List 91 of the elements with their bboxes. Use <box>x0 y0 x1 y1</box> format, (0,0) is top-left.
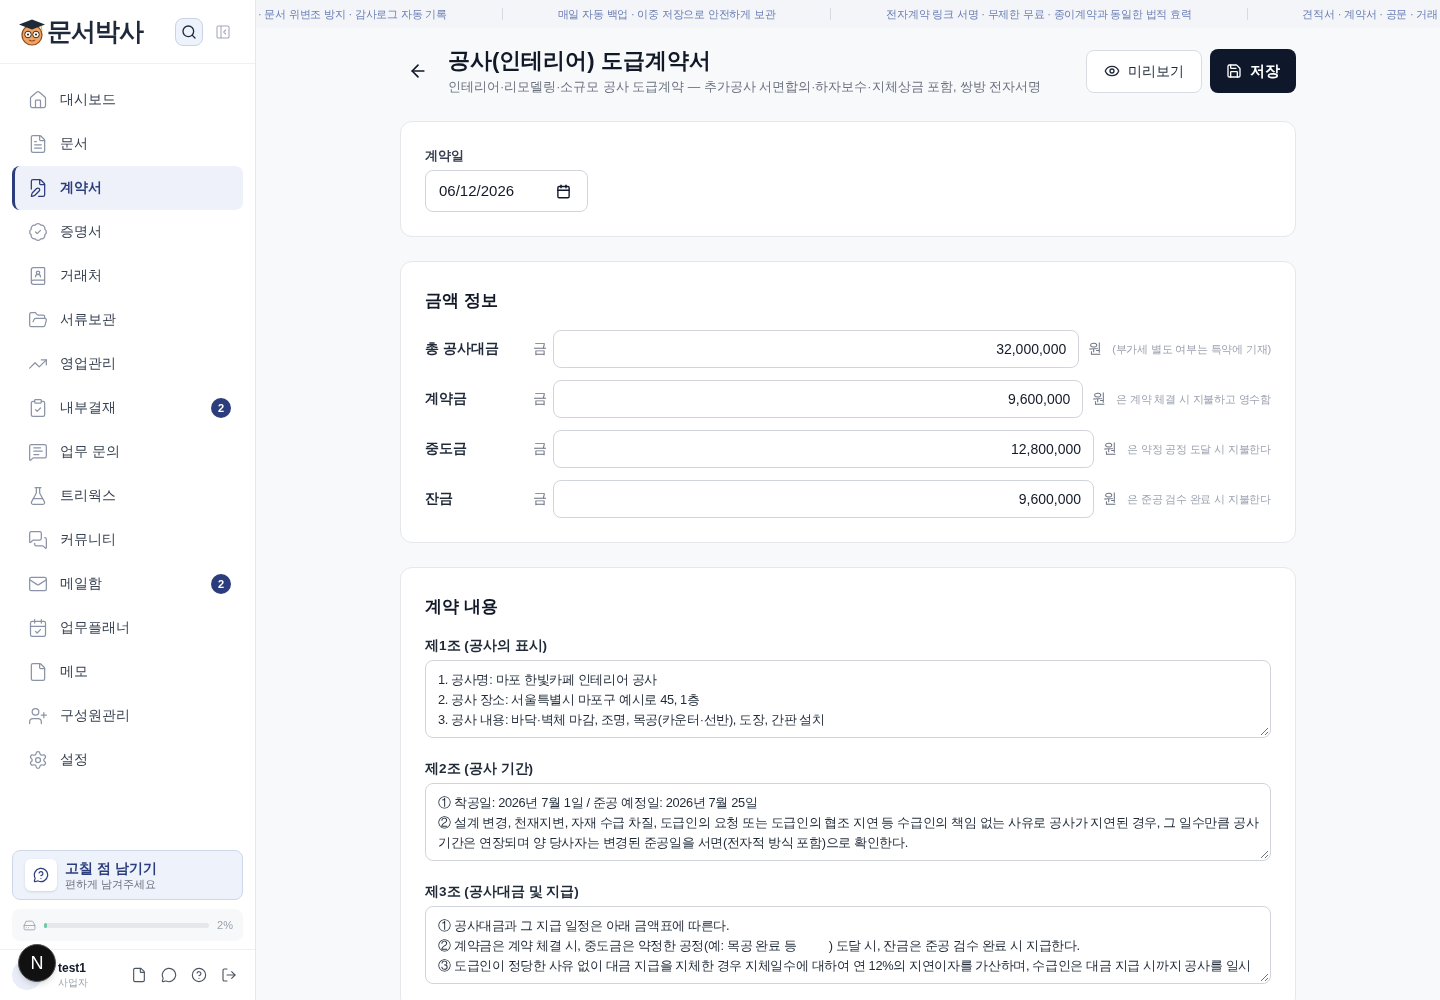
storage-reading: 2% <box>217 917 233 933</box>
ticker-text: 전자계약 링크 서명 · 무제한 무료 · 종이계약과 동일한 법적 효력 <box>886 6 1192 22</box>
sidebar-item[interactable]: 문서 <box>12 122 243 166</box>
resize-grip-icon[interactable] <box>1260 850 1268 858</box>
article-text-field[interactable]: ① 착공일: 2026년 7월 1일 / 준공 예정일: 2026년 7월 25일 ② 설계 변경, 천재지변, 자재 수급 차질, 도급인의 요청 또는 도급인의 협조 지연 등 수급인의 책임 없는 사유로 공사가 지연된 경우, 그 일수만큼 공사 기간은 연장되며 양 당사자는 변경된 준공일을 서면(전자적 방식 포함)으로 확인한다. <box>425 783 1271 861</box>
resize-grip-icon[interactable] <box>1260 973 1268 981</box>
article-label: 제3조 (공사대금 및 지급) <box>425 883 580 901</box>
amount-label: 계약금 <box>425 389 468 408</box>
clipboard-check-icon <box>28 398 48 418</box>
prefix-label: 금 <box>533 339 548 358</box>
sidebar-item[interactable]: 증명서 <box>12 210 243 254</box>
chat-bubble-icon[interactable] <box>161 967 177 983</box>
amount-field[interactable]: 9,600,000 <box>553 480 1095 518</box>
sidebar-item[interactable]: 거래처 <box>12 254 243 298</box>
sidebar-item[interactable]: 서류보관 <box>12 298 243 342</box>
document-icon <box>28 134 48 154</box>
flask-icon <box>28 486 48 506</box>
amount-label: 총 공사대금 <box>425 339 500 358</box>
house-icon <box>28 90 48 110</box>
page-icon[interactable] <box>131 967 147 983</box>
count-badge: 2 <box>211 574 231 594</box>
page-title: 공사(인테리어) 도급계약서 <box>448 47 712 75</box>
unit-label: 원 <box>1103 489 1118 508</box>
unit-label: 원 <box>1092 389 1107 408</box>
page-subtitle: 인테리어·리모델링·소규모 공사 도급계약 — 추가공사 서면합의·하자보수·지체상금 포함, 쌍방 전자서명 <box>448 79 1042 96</box>
amount-field[interactable]: 9,600,000 <box>553 380 1084 418</box>
eye-icon <box>1104 63 1120 79</box>
article-text-field[interactable]: ① 공사대금과 그 지급 일정은 아래 금액표에 따른다. ② 계약금은 계약 체결 시, 중도금은 약정한 공정(예: 목공 완료 등 ) 도달 시, 잔금은 준공 검수 완료 시 지급한다. ③ 도급인이 정당한 사유 없이 대금 지급을 지체한 경우 지체일수에 대하여 연 12%의 지연이자를 가산하며, 수급인은 대금 지급 시까지 공사를 일시 <box>425 906 1271 984</box>
amount-field[interactable]: 12,800,000 <box>553 430 1095 468</box>
sidebar-item[interactable]: 영업관리 <box>12 342 243 386</box>
sidebar-item[interactable]: 업무플래너 <box>12 606 243 650</box>
user-role: 사업자 <box>58 976 88 990</box>
sidebar-item[interactable]: 업무 문의 <box>12 430 243 474</box>
ticker-text: 견적서 · 계약서 · 공문 · 거래 <box>1302 6 1438 22</box>
drive-icon <box>23 918 36 932</box>
amount-note: (부가세 별도 여부는 특약에 기재) <box>1112 341 1271 357</box>
search-icon <box>181 23 197 40</box>
prefix-label: 금 <box>533 389 548 408</box>
calendar-icon[interactable] <box>556 183 571 199</box>
ticker-text: 매일 자동 백업 · 이중 저장으로 안전하게 보관 <box>557 6 776 22</box>
folder-icon <box>28 310 48 330</box>
count-badge: 2 <box>211 398 231 418</box>
date-field[interactable]: 06/12/2026 <box>425 170 588 212</box>
unit-label: 원 <box>1088 339 1103 358</box>
article-label: 제2조 (공사 기간) <box>425 760 534 778</box>
feedback-button[interactable]: 고칠 점 남기기 편하게 남겨주세요 <box>12 850 243 900</box>
sidebar-item[interactable]: 내부결재 2 <box>12 386 243 430</box>
save-button[interactable]: 저장 <box>1210 49 1296 93</box>
sidebar-item[interactable]: 구성원관리 <box>12 694 243 738</box>
sidebar-item[interactable]: 설정 <box>12 738 243 782</box>
sidebar-item[interactable]: 메일함 2 <box>12 562 243 606</box>
user-name: test1 <box>58 960 87 976</box>
sidebar-item[interactable]: 계약서 <box>12 166 243 210</box>
badge-check-icon <box>28 222 48 242</box>
mail-icon <box>28 574 48 594</box>
sidebar-item[interactable]: 트리웍스 <box>12 474 243 518</box>
search-button[interactable] <box>175 17 203 46</box>
section-title: 금액 정보 <box>425 290 499 311</box>
prefix-label: 금 <box>533 489 548 508</box>
date-label: 계약일 <box>425 147 465 165</box>
article-label: 제1조 (공사의 표시) <box>425 637 548 655</box>
document-pen-icon <box>28 178 48 198</box>
amount-note: 은 준공 검수 완료 시 지불한다 <box>1127 491 1271 507</box>
amount-field[interactable]: 32,000,000 <box>553 330 1080 368</box>
calendar-check-icon <box>28 618 48 638</box>
settings-icon <box>28 750 48 770</box>
prefix-label: 금 <box>533 439 548 458</box>
section-title: 계약 내용 <box>425 596 499 617</box>
page-icon <box>28 662 48 682</box>
amount-label: 중도금 <box>425 439 468 458</box>
ticker-text: · 문서 위변조 방지 · 감사로그 자동 기록 <box>258 6 447 22</box>
sidebar-item[interactable]: 대시보드 <box>12 78 243 122</box>
logout-icon[interactable] <box>221 967 237 983</box>
message-lines-icon <box>28 442 48 462</box>
help-icon[interactable] <box>191 967 207 983</box>
mascot-logo-icon <box>18 17 46 46</box>
save-icon <box>1226 63 1242 79</box>
logo-wordmark: 문서박사 <box>47 19 143 44</box>
sidebar-item[interactable]: 커뮤니티 <box>12 518 243 562</box>
contact-book-icon <box>28 266 48 286</box>
user-plus-icon <box>28 706 48 726</box>
question-bubble-icon <box>25 859 57 891</box>
unit-label: 원 <box>1103 439 1118 458</box>
amount-note: 은 계약 체결 시 지불하고 영수함 <box>1116 391 1271 407</box>
article-text-field[interactable]: 1. 공사명: 마포 한빛카페 인테리어 공사 2. 공사 장소: 서울특별시 마포구 예시로 45, 1층 3. 공사 내용: 바닥·벽체 마감, 조명, 목공(카운터·선반), 도장, 간판 설치 <box>425 660 1271 738</box>
chat-bubbles-icon <box>28 530 48 550</box>
resize-grip-icon[interactable] <box>1260 727 1268 735</box>
amount-label: 잔금 <box>425 489 454 508</box>
sidebar-item[interactable]: 메모 <box>12 650 243 694</box>
amount-note: 은 약정 공정 도달 시 지불한다 <box>1127 441 1271 457</box>
preview-button[interactable]: 미리보기 <box>1086 49 1202 93</box>
